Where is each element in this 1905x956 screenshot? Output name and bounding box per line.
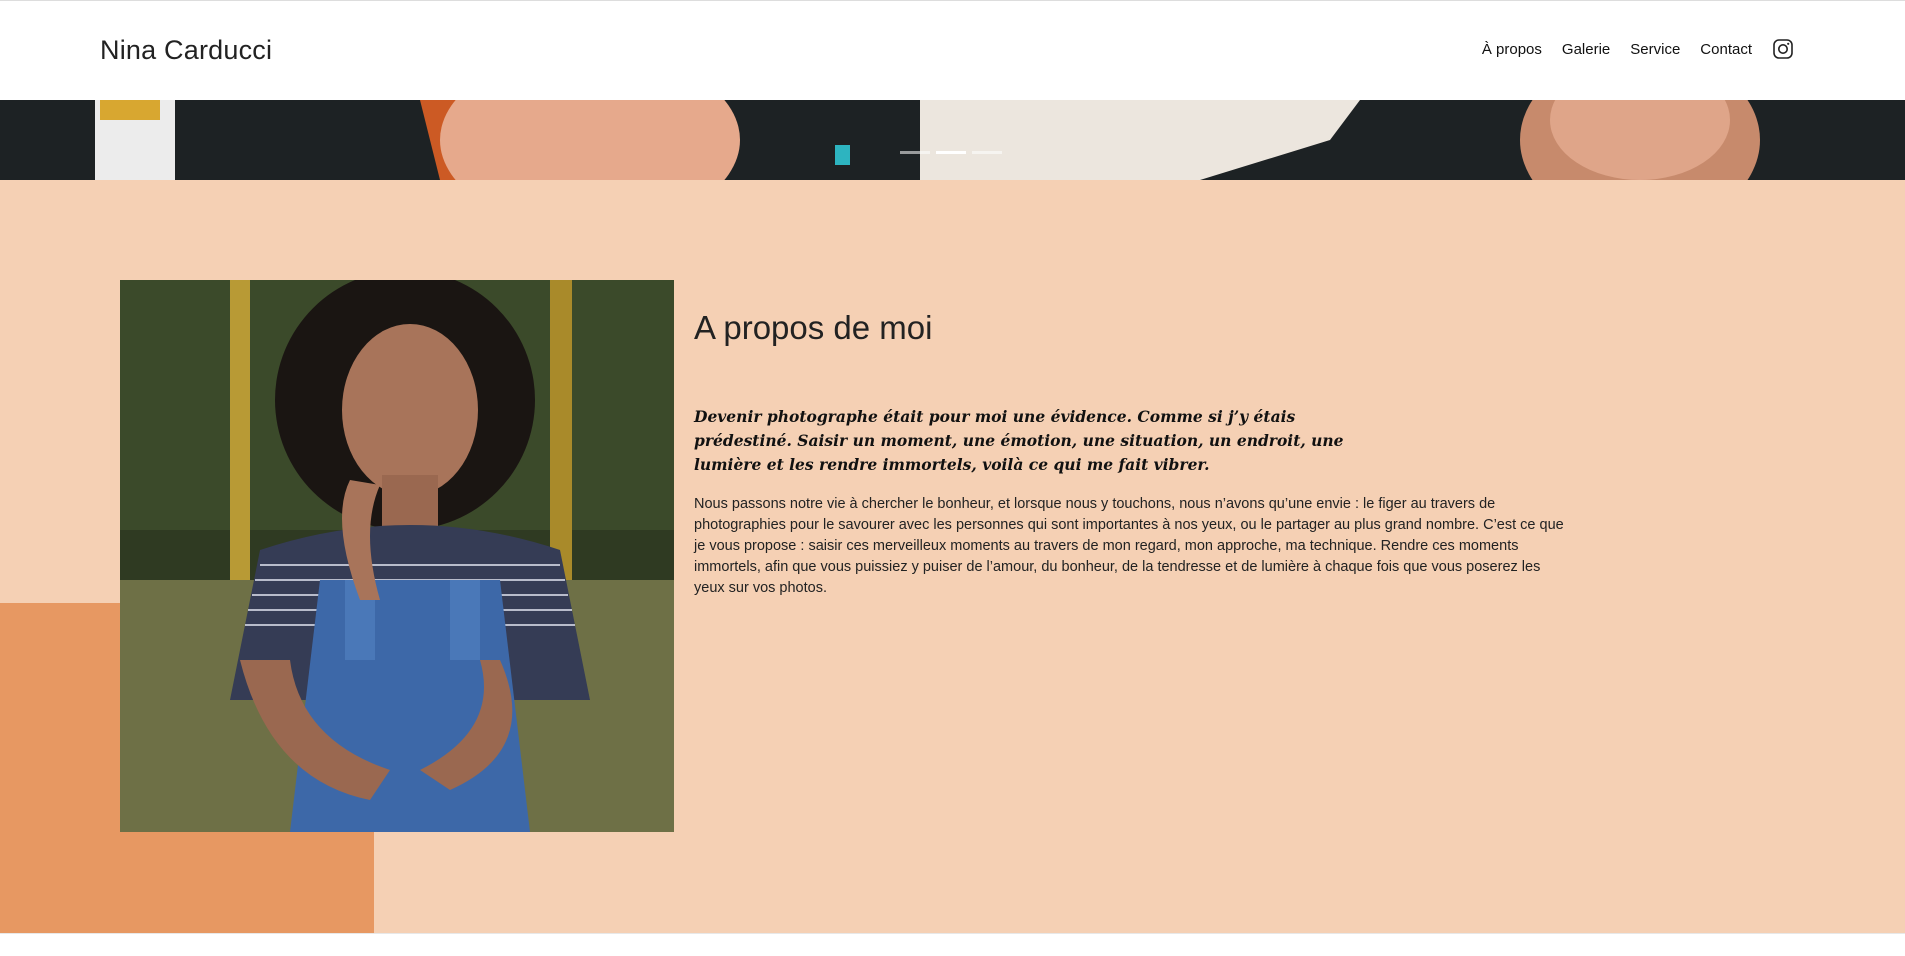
main-nav: À propos Galerie Service Contact	[1482, 38, 1794, 60]
hero-carousel[interactable]	[0, 100, 1905, 180]
about-paragraph: Nous passons notre vie à chercher le bon…	[694, 496, 1564, 596]
nav-link-service[interactable]: Service	[1630, 41, 1680, 58]
carousel-indicator-2[interactable]	[936, 151, 966, 154]
portrait-photo	[120, 280, 674, 832]
brand-name[interactable]: Nina Carducci	[100, 35, 272, 66]
carousel-indicators	[900, 151, 1002, 154]
about-quote: Devenir photographe était pour moi une é…	[694, 407, 1344, 474]
instagram-icon[interactable]	[1772, 38, 1794, 60]
hero-image	[0, 100, 1905, 180]
carousel-indicator-1[interactable]	[900, 151, 930, 154]
site-header: Nina Carducci À propos Galerie Service C…	[0, 0, 1905, 100]
carousel-indicator-3[interactable]	[972, 151, 1002, 154]
nav-link-about[interactable]: À propos	[1482, 41, 1542, 58]
footer-edge	[0, 933, 1905, 956]
nav-link-contact[interactable]: Contact	[1700, 41, 1752, 58]
nav-link-gallery[interactable]: Galerie	[1562, 41, 1610, 58]
about-title: A propos de moi	[694, 309, 933, 346]
